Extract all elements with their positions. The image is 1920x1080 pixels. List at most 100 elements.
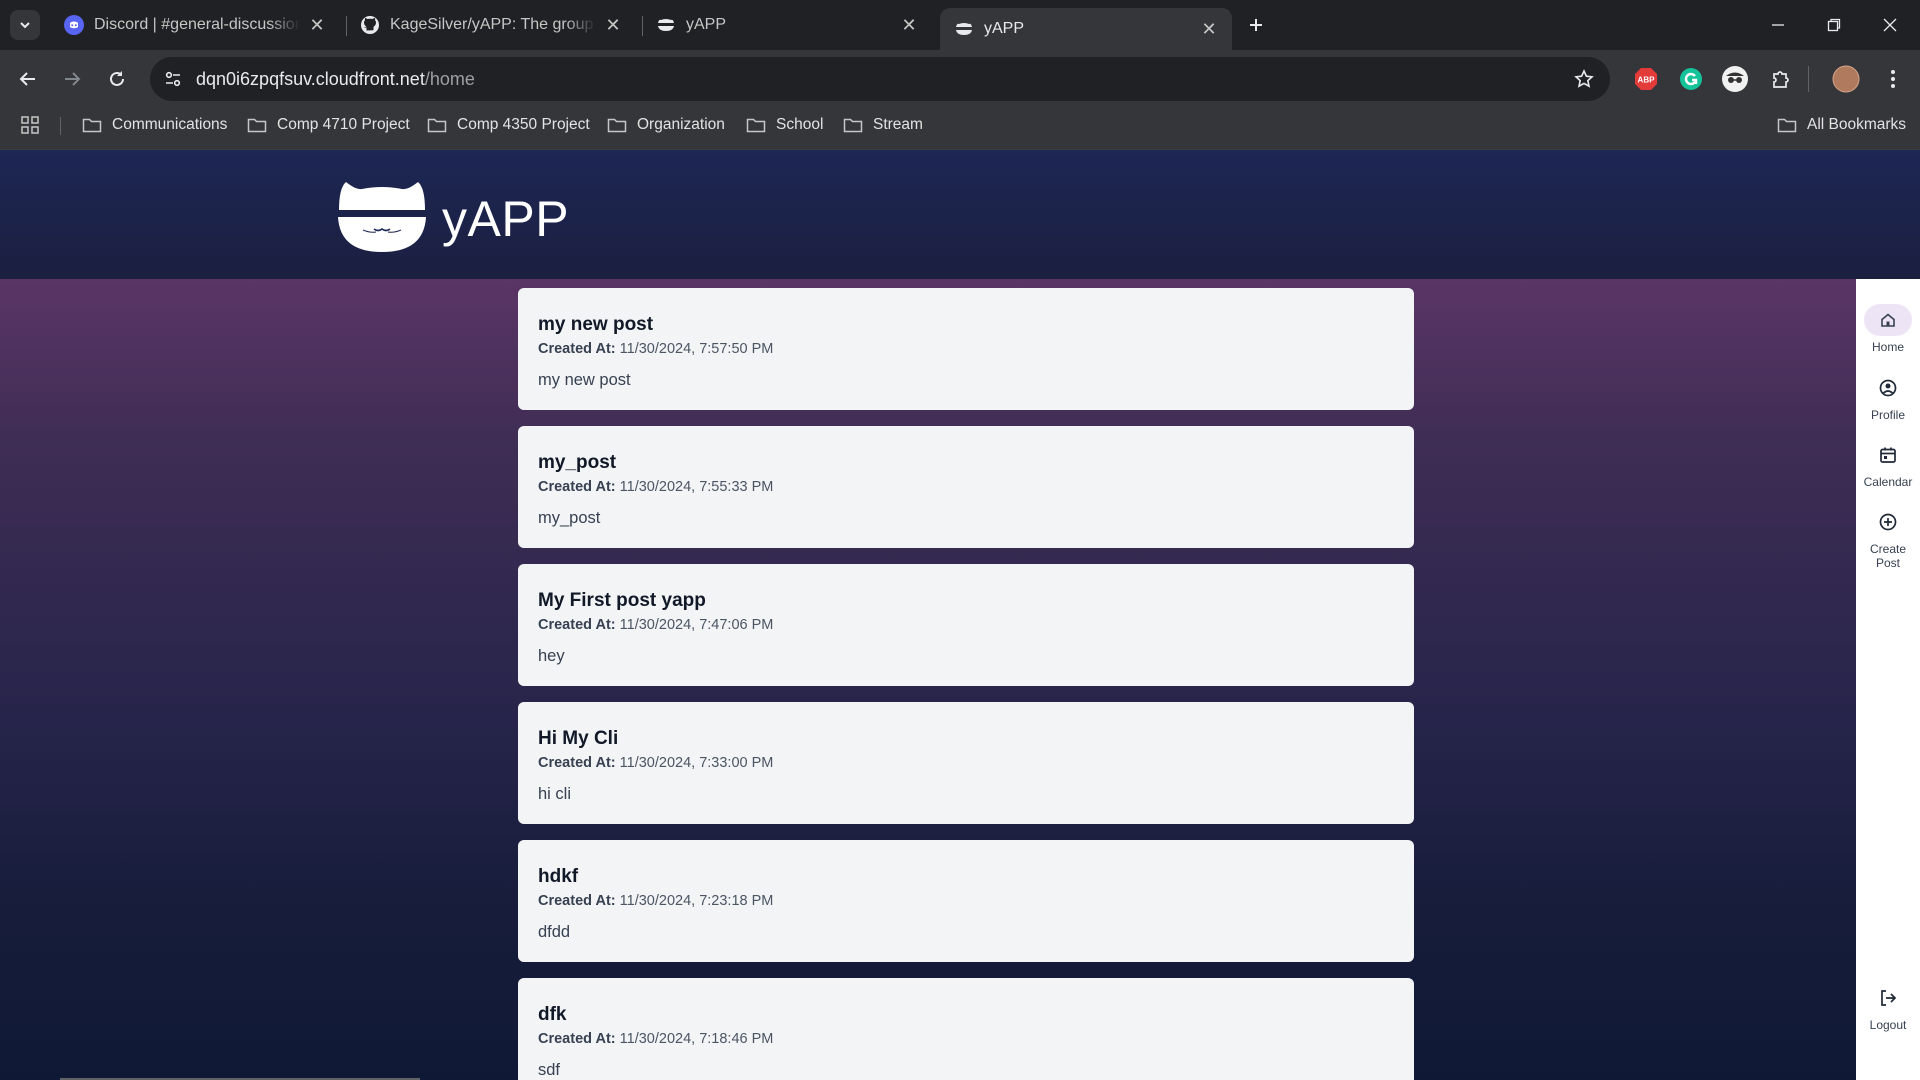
post-created-at: Created At: 11/30/2024, 7:23:18 PM xyxy=(538,891,1394,911)
created-value: 11/30/2024, 7:33:00 PM xyxy=(619,755,774,771)
chevron-down-icon xyxy=(20,22,30,29)
bookmarks-bar: Communications Comp 4710 Project Comp 43… xyxy=(0,108,1920,150)
created-value: 11/30/2024, 7:57:50 PM xyxy=(619,341,774,357)
web-page: yAPP my new post Created At: 11/30/2024,… xyxy=(0,150,1920,1080)
minimize-icon xyxy=(1772,24,1784,26)
adblock-extension[interactable]: ABP xyxy=(1631,64,1661,94)
bookmark-folder-organization[interactable]: Organization xyxy=(607,108,725,142)
tab-title: yAPP xyxy=(984,20,1025,37)
forward-arrow-icon xyxy=(65,72,81,86)
profile-avatar-button[interactable] xyxy=(1831,64,1861,94)
bookmark-label: Comp 4710 Project xyxy=(277,116,410,133)
side-navigation: Home Profile Calendar Create Post Logout xyxy=(1856,279,1920,1080)
close-window-button[interactable] xyxy=(1862,0,1918,50)
browser-menu-button[interactable] xyxy=(1878,64,1908,94)
post-card[interactable]: Hi My Cli Created At: 11/30/2024, 7:33:0… xyxy=(518,702,1414,824)
restore-button[interactable] xyxy=(1806,0,1862,50)
post-feed: my new post Created At: 11/30/2024, 7:57… xyxy=(0,279,1856,1080)
grammarly-extension[interactable] xyxy=(1676,64,1706,94)
apps-button[interactable] xyxy=(20,108,40,142)
url-text[interactable]: dqn0i6zpqfsuv.cloudfront.net/home xyxy=(196,69,475,90)
post-card[interactable]: My First post yapp Created At: 11/30/202… xyxy=(518,564,1414,686)
post-card[interactable]: my new post Created At: 11/30/2024, 7:57… xyxy=(518,288,1414,410)
browser-toolbar: dqn0i6zpqfsuv.cloudfront.net/home ABP xyxy=(0,50,1920,108)
close-icon[interactable]: ✕ xyxy=(1200,19,1218,39)
new-tab-button[interactable] xyxy=(1240,10,1272,40)
tab-yapp-1[interactable]: yAPP ✕ xyxy=(642,8,932,42)
nav-calendar[interactable]: Calendar xyxy=(1856,439,1920,489)
bookmark-label: Stream xyxy=(873,116,923,133)
spy-extension[interactable] xyxy=(1720,64,1750,94)
extensions-button[interactable] xyxy=(1766,64,1796,94)
cat-logo-icon xyxy=(338,182,426,252)
yapp-icon xyxy=(656,15,676,35)
bookmark-label: Comp 4350 Project xyxy=(457,116,590,133)
all-bookmarks-button[interactable]: All Bookmarks xyxy=(1777,108,1906,142)
url-host: dqn0i6zpqfsuv.cloudfront.net xyxy=(196,68,425,89)
nav-create-label: Create Post xyxy=(1870,542,1906,570)
post-title: my new post xyxy=(538,314,654,335)
plus-circle-icon xyxy=(1879,513,1897,531)
nav-home[interactable]: Home xyxy=(1856,304,1920,354)
folder-icon xyxy=(1777,118,1797,133)
post-card[interactable]: dfk Created At: 11/30/2024, 7:18:46 PM s… xyxy=(518,978,1414,1080)
github-icon xyxy=(360,15,380,35)
created-value: 11/30/2024, 7:55:33 PM xyxy=(619,479,774,495)
url-path: /home xyxy=(424,68,475,89)
back-button[interactable] xyxy=(13,64,43,94)
app-brand-title: yAPP xyxy=(442,191,570,247)
bookmark-label: Communications xyxy=(112,116,228,133)
created-label: Created At: xyxy=(538,341,616,357)
post-body: my_post xyxy=(538,509,601,527)
nav-profile-label: Profile xyxy=(1870,408,1905,422)
tab-discord[interactable]: Discord | #general-discussion | Comp 435… xyxy=(50,8,340,42)
tab-github[interactable]: KageSilver/yAPP: The group project for C… xyxy=(346,8,636,42)
user-circle-icon xyxy=(1879,379,1897,397)
minimize-button[interactable] xyxy=(1750,0,1806,50)
more-vert-icon xyxy=(1891,70,1895,88)
app-header: yAPP xyxy=(0,150,1920,279)
star-icon xyxy=(1574,69,1594,88)
post-card[interactable]: hdkf Created At: 11/30/2024, 7:23:18 PM … xyxy=(518,840,1414,962)
bookmark-star-button[interactable] xyxy=(1574,69,1594,89)
bookmark-folder-communications[interactable]: Communications xyxy=(82,108,227,142)
nav-logout[interactable]: Logout xyxy=(1856,982,1920,1032)
address-bar[interactable]: dqn0i6zpqfsuv.cloudfront.net/home xyxy=(150,57,1610,101)
close-icon[interactable]: ✕ xyxy=(900,15,918,35)
bookmark-folder-school[interactable]: School xyxy=(746,108,823,142)
bookmark-folder-comp4350[interactable]: Comp 4350 Project xyxy=(427,108,590,142)
post-created-at: Created At: 11/30/2024, 7:55:33 PM xyxy=(538,477,1394,497)
post-title: my_post xyxy=(538,452,617,473)
all-bookmarks-label: All Bookmarks xyxy=(1807,116,1907,133)
post-title: dfk xyxy=(538,1004,567,1025)
bookmark-label: Organization xyxy=(637,116,725,133)
close-icon[interactable]: ✕ xyxy=(308,15,326,35)
created-value: 11/30/2024, 7:47:06 PM xyxy=(619,617,774,633)
adblock-icon: ABP xyxy=(1635,68,1657,90)
yapp-logo[interactable] xyxy=(336,180,428,252)
bookmark-folder-comp4710[interactable]: Comp 4710 Project xyxy=(247,108,410,142)
nav-profile[interactable]: Profile xyxy=(1856,372,1920,422)
close-icon[interactable]: ✕ xyxy=(604,15,622,35)
created-label: Created At: xyxy=(538,479,616,495)
home-icon-wrap xyxy=(1864,304,1912,336)
post-card[interactable]: my_post Created At: 11/30/2024, 7:55:33 … xyxy=(518,426,1414,548)
nav-calendar-label: Calendar xyxy=(1863,475,1913,489)
folder-icon xyxy=(843,118,863,133)
home-icon xyxy=(1881,313,1895,327)
bookmark-folder-stream[interactable]: Stream xyxy=(843,108,923,142)
calendar-icon xyxy=(1880,447,1896,463)
tab-title: KageSilver/yAPP: The group project for C… xyxy=(390,16,596,33)
tune-icon xyxy=(165,71,181,87)
forward-button[interactable] xyxy=(57,64,87,94)
tab-search-button[interactable] xyxy=(10,10,40,40)
nav-create-post[interactable]: Create Post xyxy=(1856,506,1920,570)
post-body: hi cli xyxy=(538,785,572,803)
tab-yapp-active[interactable]: yAPP ✕ xyxy=(940,8,1232,50)
site-info-button[interactable] xyxy=(158,64,188,94)
folder-icon xyxy=(607,118,627,133)
post-body: dfdd xyxy=(538,923,571,941)
avatar xyxy=(1832,65,1860,93)
reload-button[interactable] xyxy=(102,64,132,94)
toolbar-divider xyxy=(1808,66,1809,92)
